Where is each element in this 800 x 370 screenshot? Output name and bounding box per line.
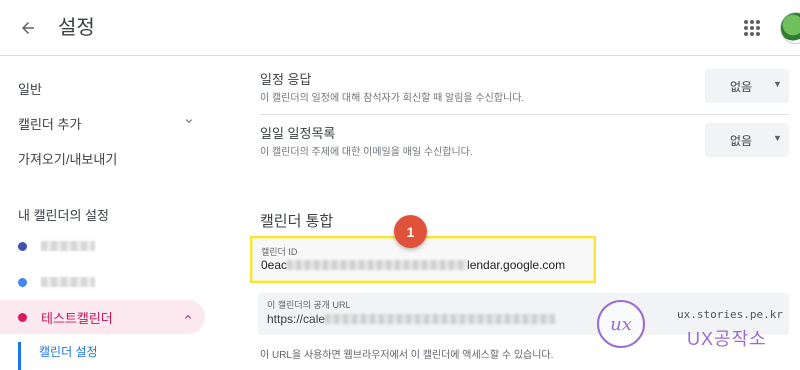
chevron-down-icon[interactable] [183, 115, 195, 130]
public-url-label: 이 캘린더의 공개 URL [267, 300, 351, 310]
calendar-id-prefix: 0eac [261, 258, 288, 272]
dropdown-arrow-icon: ▼ [773, 79, 782, 89]
sidebar-calendar-item-test[interactable]: 테스트캘린더 [0, 300, 205, 334]
redacted-name [41, 241, 95, 251]
watermark-url: ux.stories.pe.kr [677, 308, 783, 321]
sidebar: 일반 캘린더 추가 가져오기/내보내기 내 캘린더의 설정 테스트캘린더 캘린더… [0, 57, 220, 370]
setting-event-responses: 일정 응답 이 캘린더의 일정에 대해 참석자가 회신할 때 알림을 수신합니다… [244, 59, 789, 109]
calendar-color-dot [18, 312, 27, 322]
watermark-logo-icon: ux [597, 300, 645, 348]
dropdown-arrow-icon: ▼ [773, 133, 782, 143]
setting-title: 일정 응답 [260, 72, 312, 87]
sidebar-item-add-calendar[interactable]: 캘린더 추가 [18, 114, 81, 133]
calendar-id-suffix: lendar.google.com [467, 258, 566, 272]
my-calendars-heading: 내 캘린더의 설정 [18, 208, 109, 223]
redacted-id [287, 260, 468, 270]
sidebar-calendar-item[interactable] [0, 265, 205, 299]
watermark-title: UX공작소 [687, 329, 767, 349]
step-number-badge: 1 [394, 215, 427, 248]
section-heading-integration: 캘린더 통합 [260, 213, 334, 230]
page-title: 설정 [58, 17, 95, 39]
watermark: ux ux.stories.pe.kr UX공작소 [587, 300, 797, 360]
calendar-label: 테스트캘린더 [41, 310, 113, 326]
sidebar-item-general[interactable]: 일반 [18, 79, 42, 98]
notification-select[interactable]: 없음 ▼ [705, 69, 789, 103]
redacted-url [325, 314, 556, 324]
select-value: 없음 [730, 80, 753, 94]
redacted-name [41, 277, 95, 287]
setting-daily-agenda: 일일 일정목록 이 캘린더의 주제에 대한 이메일을 매일 수신합니다. 없음 … [244, 113, 789, 163]
calendar-id-box[interactable]: 캘린더 ID 0eac lendar.google.com [250, 236, 596, 283]
setting-description: 이 캘린더의 일정에 대해 참석자가 회신할 때 알림을 수신합니다. [260, 93, 525, 104]
calendar-color-dot [18, 241, 27, 251]
back-arrow-icon[interactable] [14, 14, 42, 42]
sidebar-subitem-calendar-settings[interactable]: 캘린더 설정 [18, 342, 98, 370]
calendar-color-dot [18, 277, 27, 287]
setting-title: 일일 일정목록 [260, 126, 336, 141]
sidebar-item-import-export[interactable]: 가져오기/내보내기 [18, 149, 117, 168]
public-url-prefix: https://cale [267, 312, 326, 326]
avatar[interactable] [780, 12, 800, 44]
app-header: 설정 [0, 0, 800, 56]
calendar-id-value[interactable]: 0eac lendar.google.com [261, 258, 565, 272]
apps-grid-icon[interactable] [740, 16, 764, 40]
chevron-up-icon[interactable] [182, 311, 194, 326]
select-value: 없음 [730, 134, 753, 148]
setting-description: 이 캘린더의 주제에 대한 이메일을 매일 수신합니다. [260, 147, 473, 158]
notification-select[interactable]: 없음 ▼ [705, 123, 789, 157]
helper-text: 이 URL을 사용하면 웹브라우저에서 이 캘린더에 액세스할 수 있습니다. [260, 350, 554, 361]
calendar-id-label: 캘린더 ID [261, 247, 298, 257]
sidebar-calendar-item[interactable] [0, 229, 205, 263]
public-url-value[interactable]: https://cale [267, 312, 556, 326]
